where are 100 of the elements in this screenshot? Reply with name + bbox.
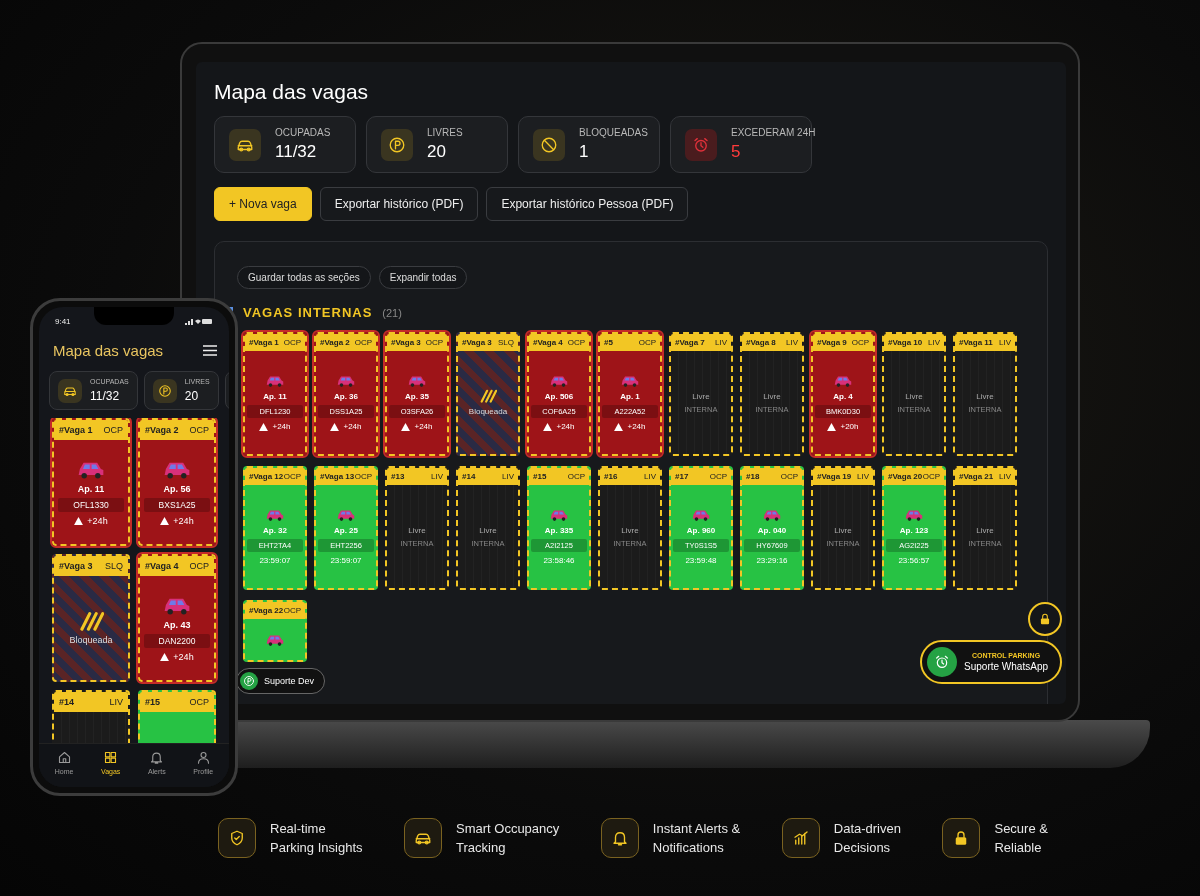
elapsed-time: 23:59:07 — [259, 556, 291, 565]
apartment-number: Ap. 335 — [544, 526, 574, 535]
slot-number: #Vaga 8 — [746, 338, 776, 347]
slot-status: OCP — [354, 472, 372, 481]
stat-value: 20 — [427, 142, 447, 162]
blocked-label: Bloqueada — [69, 635, 113, 646]
apartment-number: Ap. 25 — [334, 526, 358, 535]
free-label: Livre — [834, 525, 852, 535]
car-icon — [265, 632, 285, 647]
slot-status: OCP — [103, 425, 123, 435]
car-icon — [691, 508, 711, 522]
car-icon — [336, 508, 356, 522]
car-icon — [549, 374, 569, 388]
overtime-text: +24h — [272, 422, 291, 431]
parking-sign-icon — [157, 383, 172, 398]
grid-icon — [103, 750, 119, 765]
warning-icon — [259, 422, 269, 431]
slot-status: OCP — [189, 697, 209, 707]
slot-status: OCP — [780, 472, 798, 481]
section-toggle-button[interactable]: Guardar todas as seções — [237, 266, 371, 289]
slot-number: #Vaga 4 — [145, 561, 179, 571]
section-toggle-button[interactable]: Expandir todas — [378, 266, 468, 289]
slot-number: #16 — [604, 472, 618, 481]
support-label: Suporte WhatsApp — [964, 661, 1048, 672]
new-slot-button[interactable]: + Nova vaga — [214, 187, 312, 221]
car-icon — [265, 508, 285, 522]
car-icon — [407, 374, 427, 388]
slot-status: SLQ — [498, 338, 514, 347]
car-icon — [904, 508, 924, 522]
slot-status: LIV — [786, 338, 798, 347]
slot-status: OCP — [189, 561, 209, 571]
overtime-text: +24h — [627, 422, 646, 431]
barrier-icon — [78, 610, 104, 632]
stat-value: 11/32 — [90, 389, 121, 403]
slot-number: #15 — [533, 472, 547, 481]
blocked-label: Bloqueada — [468, 407, 508, 417]
export-button[interactable]: Exportar histórico (PDF) — [319, 187, 479, 221]
floating-action-button[interactable] — [1028, 602, 1062, 636]
parking-slot[interactable]: #Vaga 22OCP — [243, 600, 307, 662]
apartment-number: Ap. 11 — [263, 392, 287, 401]
stat-label: OCUPADAS — [275, 127, 331, 138]
parking-slot[interactable]: #Vaga 4 OCP Ap. 43 DAN2200 +24h — [138, 554, 216, 682]
slot-status: LIV — [715, 338, 727, 347]
apartment-number: Ap. 32 — [263, 526, 287, 535]
slot-status: OCP — [567, 338, 585, 347]
car-icon — [265, 374, 285, 388]
apartment-number: Ap. 43 — [163, 619, 191, 630]
menu-icon[interactable] — [203, 345, 217, 356]
slot-number: #15 — [145, 697, 161, 707]
slot-status: OCP — [638, 338, 656, 347]
section-title: VAGAS INTERNAS — [243, 305, 373, 320]
feature-text: Data-driven Decisions — [833, 820, 901, 857]
free-label: Livre — [976, 391, 994, 401]
parking-slot[interactable]: #Vaga 3 SLQ Bloqueada — [52, 554, 130, 682]
slot-number: #Vaga 11 — [959, 338, 993, 347]
warning-icon — [330, 422, 340, 431]
slot-status: SLQ — [105, 561, 123, 571]
bell-icon — [149, 750, 165, 765]
stat-label: LIVRES — [427, 127, 463, 138]
slot-status: LIV — [999, 472, 1011, 481]
overtime-text: +24h — [173, 651, 194, 662]
slot-number: #Vaga 20 — [888, 472, 923, 481]
slot-status: OCP — [851, 338, 869, 347]
developer-support-button[interactable]: Suporte Dev — [236, 668, 326, 694]
export-button[interactable]: Exportar histórico Pessoa (PDF) — [486, 187, 689, 221]
elapsed-time: 23:29:16 — [756, 556, 788, 565]
apartment-number: Ap. 4 — [833, 392, 853, 401]
slot-number: #Vaga 3 — [462, 338, 492, 347]
feature-text: Real-time Parking Insights — [270, 820, 363, 857]
free-label: Livre — [621, 525, 639, 535]
slot-number: #Vaga 21 — [959, 472, 994, 481]
parking-slot[interactable]: #14 LIV — [52, 690, 130, 743]
slot-number: #Vaga 2 — [320, 338, 350, 347]
parking-slot[interactable]: #15 OCP — [138, 690, 216, 743]
alarm-clock-icon — [692, 135, 710, 154]
apartment-number: Ap. 36 — [334, 392, 358, 401]
warning-icon — [160, 652, 170, 661]
free-label: Livre — [763, 391, 781, 401]
car-icon — [833, 374, 853, 388]
parking-sign-icon — [243, 675, 255, 687]
bell-icon — [610, 829, 629, 847]
app-title: Mapa das vagas — [53, 342, 164, 359]
apartment-number: Ap. 506 — [544, 392, 574, 401]
slot-number: #Vaga 3 — [391, 338, 421, 347]
slot-status: OCP — [922, 472, 940, 481]
section-count: (21) — [382, 306, 402, 319]
parking-slot[interactable]: #Vaga 1 OCP Ap. 11 OFL1330 +24h — [52, 418, 130, 546]
warning-icon — [614, 422, 624, 431]
parking-slot[interactable]: #Vaga 2 OCP Ap. 56 BXS1A25 +24h — [138, 418, 216, 546]
parking-sign-icon — [388, 135, 406, 154]
slot-number: #17 — [675, 472, 689, 481]
slot-status: LIV — [502, 472, 514, 481]
slot-number: #14 — [462, 472, 476, 481]
car-icon — [336, 374, 356, 388]
parking-slot[interactable]: #Vaga 3 SLQ Bloqueada — [456, 332, 520, 456]
overtime-text: +24h — [556, 422, 575, 431]
home-icon — [56, 750, 72, 765]
car-icon — [762, 508, 782, 522]
alarm-clock-icon — [934, 654, 951, 670]
overtime-text: +24h — [173, 515, 194, 526]
